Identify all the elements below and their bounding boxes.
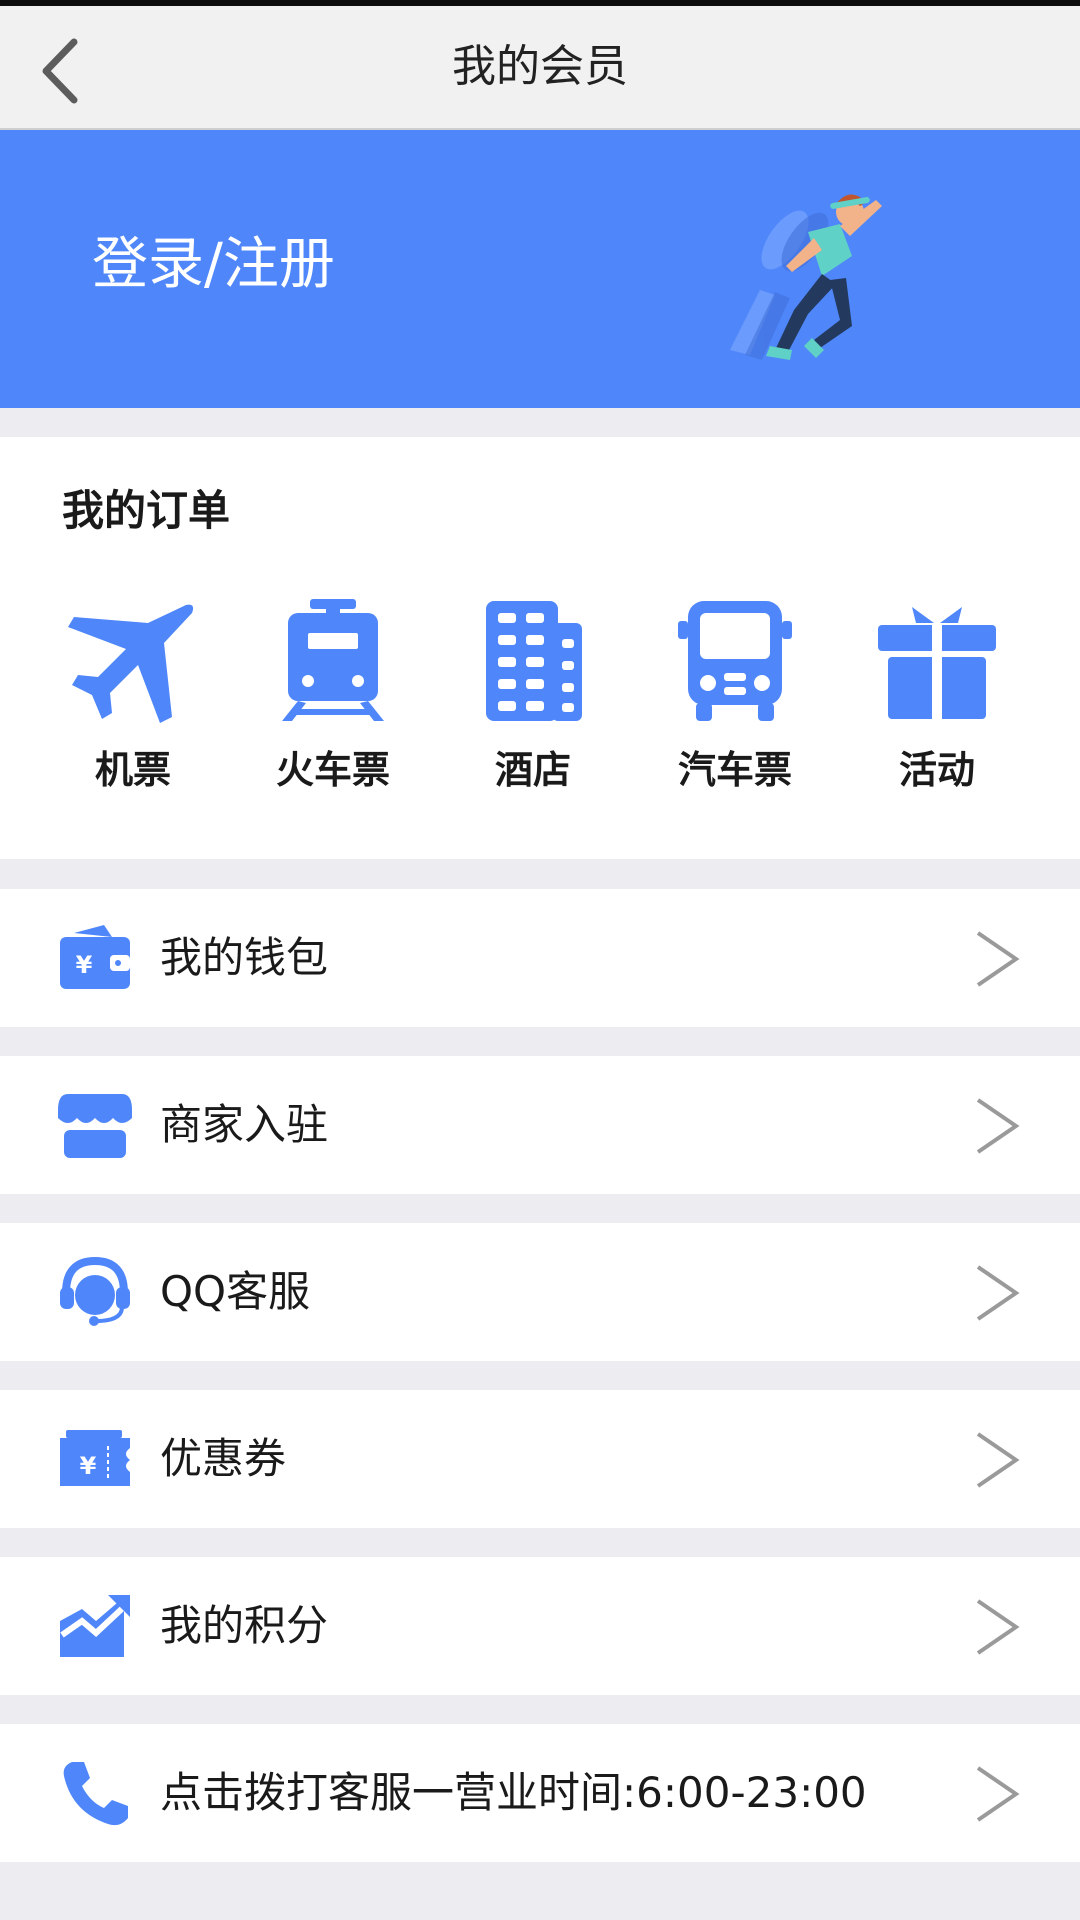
train-icon [282,599,384,721]
menu-row-call-service[interactable]: 点击拨打客服一营业时间:6:00-23:00 [0,1724,1080,1862]
hotel-icon [486,601,582,721]
store-icon [58,1094,132,1158]
menu-row-merchant[interactable]: 商家入驻 [0,1056,1080,1194]
svg-text:¥: ¥ [80,1452,97,1480]
order-bus-label: 汽车票 [677,748,792,792]
phone-icon [63,1762,128,1826]
airplane-icon [68,604,194,723]
wallet-icon: ¥ [60,925,130,989]
menu-row-points-label: 我的积分 [160,1601,329,1650]
login-register-link[interactable]: 登录/注册 [92,230,335,300]
order-activity-label: 活动 [898,748,975,792]
order-bus[interactable]: 汽车票 [650,599,820,799]
order-train[interactable]: 火车票 [248,599,418,799]
menu-row-qq-service[interactable]: QQ客服 [0,1223,1080,1361]
nav-header: 我的会员 [0,6,1080,130]
runner-illustration [730,194,882,360]
chevron-right-icon [976,1265,1020,1321]
menu-row-qq-service-label: QQ客服 [160,1267,311,1316]
member-banner: 登录/注册 [0,130,1080,408]
svg-text:¥: ¥ [76,951,93,979]
orders-title: 我的订单 [62,486,231,535]
menu-row-merchant-label: 商家入驻 [160,1100,329,1149]
chevron-right-icon [976,1599,1020,1655]
menu-row-wallet-label: 我的钱包 [160,933,329,982]
bus-icon [678,601,792,721]
chevron-right-icon [976,1432,1020,1488]
order-hotel[interactable]: 酒店 [448,599,618,799]
coupon-icon: ¥ [60,1430,130,1486]
headset-icon [60,1257,130,1326]
order-flight[interactable]: 机票 [48,599,218,799]
chevron-right-icon [976,1098,1020,1154]
chevron-left-icon[interactable] [38,36,88,106]
page-title: 我的会员 [452,41,628,92]
order-flight-label: 机票 [94,748,171,792]
order-activity[interactable]: 活动 [852,599,1022,799]
gift-icon [878,607,996,719]
chart-up-icon [60,1595,130,1657]
order-train-label: 火车票 [275,748,390,792]
my-orders-card: 我的订单 机票 火车票 酒店 汽车票 活动 [0,437,1080,859]
order-hotel-label: 酒店 [494,748,571,792]
menu-row-coupon-label: 优惠券 [160,1434,287,1483]
menu-row-coupon[interactable]: ¥ 优惠券 [0,1390,1080,1528]
chevron-right-icon [976,1766,1020,1822]
menu-row-points[interactable]: 我的积分 [0,1557,1080,1695]
chevron-right-icon [976,931,1020,987]
menu-row-wallet[interactable]: ¥ 我的钱包 [0,889,1080,1027]
menu-row-call-service-label: 点击拨打客服一营业时间:6:00-23:00 [160,1768,867,1817]
